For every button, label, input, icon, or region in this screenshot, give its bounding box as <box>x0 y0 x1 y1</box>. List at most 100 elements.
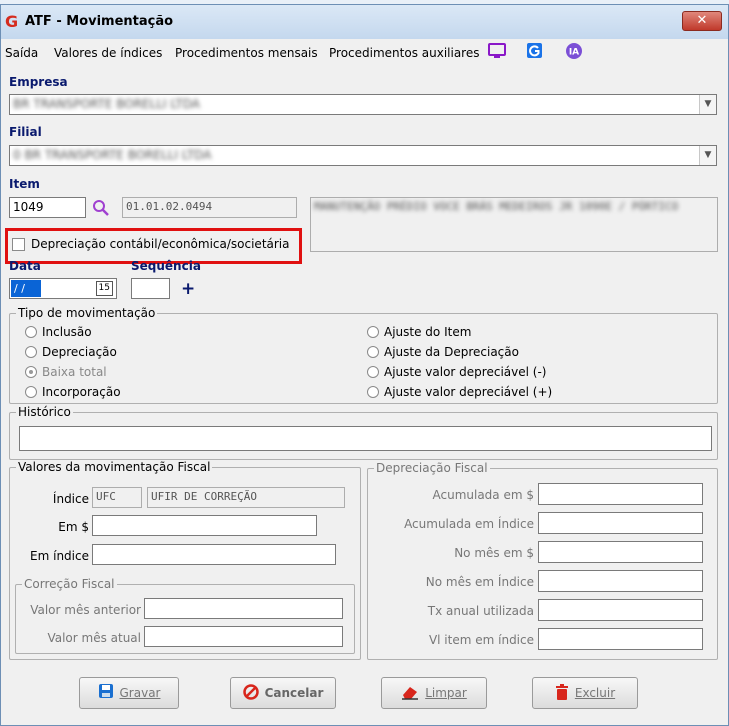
item-description-value: MANUTENÇÃO PRÉDIO VOCE BRÁS MEDEIROS JR … <box>314 200 679 213</box>
chevron-down-icon[interactable]: ▼ <box>699 95 716 114</box>
radio-dot <box>25 366 37 378</box>
sequencia-label: Sequência <box>131 259 201 273</box>
valor-atual-label: Valor mês atual <box>47 631 141 645</box>
cancelar-button[interactable]: Cancelar <box>230 677 336 709</box>
radio-inclusao-label: Inclusão <box>42 325 92 339</box>
radio-dot <box>25 326 37 338</box>
empresa-select[interactable]: BR TRANSPORTE BORELLI LTDA ▼ <box>9 94 717 115</box>
radio-dot <box>25 346 37 358</box>
item-label: Item <box>9 177 40 191</box>
calendar-icon[interactable]: 15 <box>95 281 113 296</box>
gravar-label: Gravar <box>119 686 161 700</box>
app-logo-icon: G <box>5 12 19 31</box>
item-account-field: 01.01.02.0494 <box>122 197 297 218</box>
cancel-icon <box>242 683 259 703</box>
monitor-icon[interactable] <box>487 42 507 60</box>
radio-ajuste-valor-menos[interactable]: Ajuste valor depreciável (-) <box>367 365 546 379</box>
ia-label: IA <box>569 48 579 58</box>
search-icon[interactable] <box>92 199 110 217</box>
sequencia-input[interactable] <box>131 278 170 299</box>
depreciacao-checkbox[interactable] <box>12 238 25 251</box>
radio-incorporacao-label: Incorporação <box>42 385 121 399</box>
close-button[interactable]: ✕ <box>682 11 722 31</box>
radio-ajuste-valor-mais[interactable]: Ajuste valor depreciável (+) <box>367 385 552 399</box>
historico-input[interactable] <box>19 426 712 451</box>
radio-ajuste-valor-menos-label: Ajuste valor depreciável (-) <box>384 365 547 379</box>
depreciacao-fiscal-title: Depreciação Fiscal <box>374 461 490 475</box>
radio-inclusao[interactable]: Inclusão <box>25 325 92 339</box>
acumulada-indice-label: Acumulada em Índice <box>404 517 534 531</box>
depreciacao-checkbox-label: Depreciação contábil/econômica/societári… <box>31 237 290 251</box>
radio-baixa-total-label: Baixa total <box>42 365 107 379</box>
no-mes-label: No mês em $ <box>454 546 534 560</box>
acumulada-indice-input[interactable] <box>538 512 703 534</box>
radio-dot <box>367 366 379 378</box>
radio-dot <box>367 386 379 398</box>
radio-dot <box>25 386 37 398</box>
indice-label: Índice <box>52 492 89 506</box>
excluir-button[interactable]: Excluir <box>532 677 638 709</box>
atf-window: G ATF - Movimentação ✕ Saída Valores de … <box>0 4 729 726</box>
radio-ajuste-depreciacao-label: Ajuste da Depreciação <box>384 345 519 359</box>
filial-value: 0 BR TRANSPORTE BORELLI LTDA <box>13 148 212 162</box>
no-mes-indice-label: No mês em Índice <box>425 575 534 589</box>
date-input[interactable]: / / 15 <box>9 278 117 299</box>
item-code-input[interactable]: 1049 <box>9 197 86 218</box>
tx-anual-label: Tx anual utilizada <box>427 604 534 618</box>
menu-bar: Saída Valores de índices Procedimentos m… <box>1 39 728 65</box>
em-indice-input[interactable] <box>92 544 336 565</box>
historico-title: Histórico <box>16 405 73 419</box>
limpar-button[interactable]: Limpar <box>381 677 487 709</box>
empresa-label: Empresa <box>9 75 68 89</box>
acumulada-input[interactable] <box>538 483 703 505</box>
menu-procedimentos-auxiliares[interactable]: Procedimentos auxiliares <box>329 46 479 60</box>
cancelar-label: Cancelar <box>264 686 324 700</box>
menu-saida[interactable]: Saída <box>5 46 38 60</box>
radio-baixa-total: Baixa total <box>25 365 107 379</box>
no-mes-indice-input[interactable] <box>538 570 703 592</box>
valores-fiscal-title: Valores da movimentação Fiscal <box>16 460 213 474</box>
menu-valores-indices[interactable]: Valores de índices <box>54 46 162 60</box>
trash-icon <box>555 683 569 703</box>
valor-atual-input[interactable] <box>144 626 343 647</box>
filial-select[interactable]: 0 BR TRANSPORTE BORELLI LTDA ▼ <box>9 145 717 166</box>
data-label: Data <box>9 259 41 273</box>
vl-item-indice-label: Vl item em índice <box>428 633 534 647</box>
em-label: Em $ <box>58 520 89 534</box>
radio-ajuste-valor-mais-label: Ajuste valor depreciável (+) <box>384 385 553 399</box>
indice-code-field: UFC <box>92 487 142 508</box>
tipo-movimentacao-title: Tipo de movimentação <box>16 306 158 320</box>
ia-icon[interactable]: IA <box>565 42 585 60</box>
tx-anual-input[interactable] <box>538 599 703 621</box>
acumulada-label: Acumulada em $ <box>432 488 535 502</box>
vl-item-indice-input[interactable] <box>538 628 703 650</box>
em-indice-label: Em índice <box>30 549 89 563</box>
radio-ajuste-depreciacao[interactable]: Ajuste da Depreciação <box>367 345 519 359</box>
excluir-label: Excluir <box>574 686 616 700</box>
radio-ajuste-item-label: Ajuste do Item <box>384 325 472 339</box>
limpar-label: Limpar <box>425 686 467 700</box>
filial-label: Filial <box>9 125 42 139</box>
eraser-icon <box>401 684 419 703</box>
radio-dot <box>367 346 379 358</box>
empresa-value: BR TRANSPORTE BORELLI LTDA <box>13 97 200 111</box>
radio-ajuste-item[interactable]: Ajuste do Item <box>367 325 471 339</box>
add-icon[interactable]: + <box>181 279 195 299</box>
window-title: ATF - Movimentação <box>25 14 174 29</box>
indice-name-field: UFIR DE CORREÇÃO <box>147 487 345 508</box>
radio-dot <box>367 326 379 338</box>
chevron-down-icon[interactable]: ▼ <box>699 146 716 165</box>
item-description-field: MANUTENÇÃO PRÉDIO VOCE BRÁS MEDEIROS JR … <box>310 197 718 252</box>
no-mes-input[interactable] <box>538 541 703 563</box>
radio-depreciacao-label: Depreciação <box>42 345 117 359</box>
g-app-icon[interactable] <box>525 42 545 60</box>
date-value: / / <box>11 280 41 297</box>
gravar-button[interactable]: Gravar <box>79 677 179 709</box>
menu-procedimentos-mensais[interactable]: Procedimentos mensais <box>175 46 318 60</box>
save-icon <box>98 683 114 703</box>
em-input[interactable] <box>92 515 317 536</box>
radio-incorporacao[interactable]: Incorporação <box>25 385 121 399</box>
valor-anterior-input[interactable] <box>144 598 343 619</box>
correcao-fiscal-title: Correção Fiscal <box>22 577 117 591</box>
radio-depreciacao[interactable]: Depreciação <box>25 345 117 359</box>
